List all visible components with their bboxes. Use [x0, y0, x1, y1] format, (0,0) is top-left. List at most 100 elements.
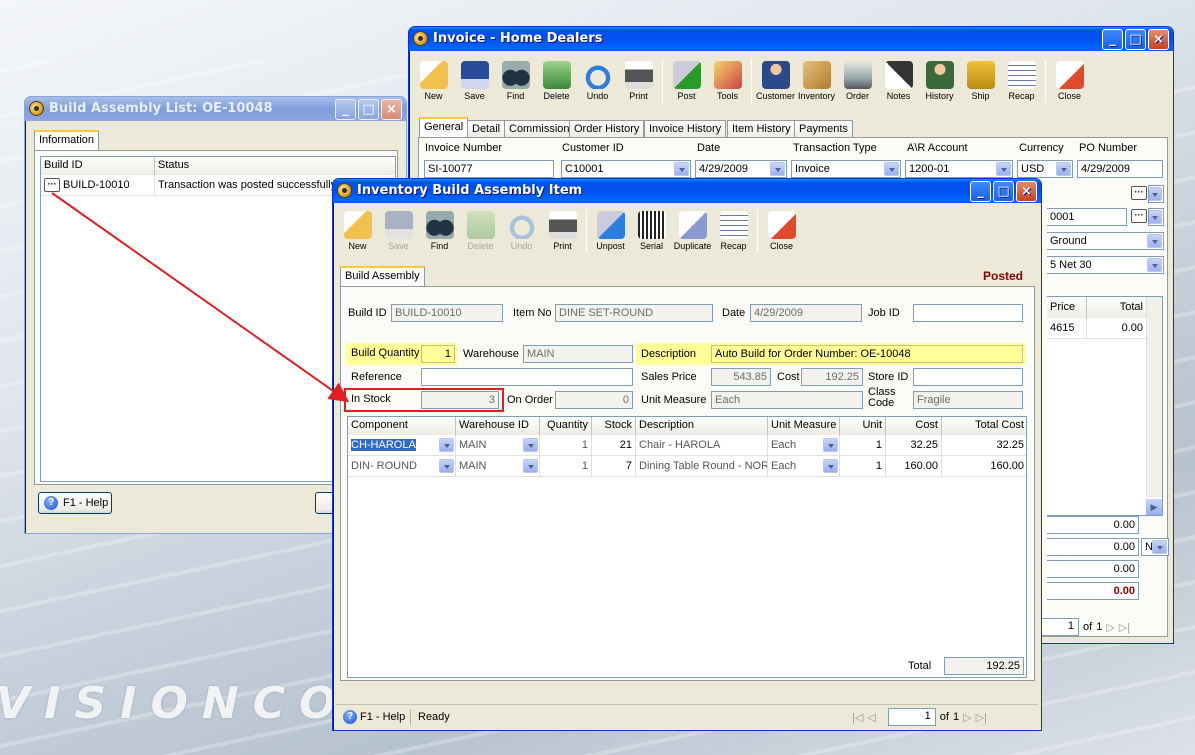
close-tool-button[interactable]: Close	[1049, 57, 1090, 103]
first-page-icon[interactable]: |◁	[852, 711, 863, 724]
warehouse-cell[interactable]: MAIN	[456, 435, 540, 456]
duplicate-tool-button[interactable]: Duplicate	[672, 207, 713, 253]
maximize-button[interactable]: □	[358, 99, 379, 120]
quantity-cell[interactable]: 1	[540, 435, 592, 456]
partial-field-1[interactable]: 0001	[1047, 208, 1127, 226]
customer-tool-button[interactable]: Customer	[755, 57, 796, 103]
po-number-field[interactable]: 4/29/2009	[1077, 160, 1163, 178]
close-tool-button[interactable]: Close	[761, 207, 802, 253]
total-cost-cell[interactable]: 160.00	[942, 456, 1026, 477]
description-column-header[interactable]: Description	[636, 417, 768, 435]
chevron-down-icon[interactable]	[884, 162, 899, 176]
unit-measure-cell[interactable]: Each	[768, 456, 840, 477]
build-titlebar[interactable]: Inventory Build Assembly Item _ □ ×	[333, 179, 1041, 203]
notes-tool-button[interactable]: Notes	[878, 57, 919, 103]
close-button[interactable]: ×	[1016, 181, 1037, 202]
chevron-down-icon[interactable]	[523, 459, 538, 473]
tab-information[interactable]: Information	[34, 130, 100, 150]
quantity-cell[interactable]: 1	[540, 456, 592, 477]
chevron-down-icon[interactable]	[674, 162, 689, 176]
chevron-down-icon[interactable]	[439, 438, 454, 452]
unit-measure-cell[interactable]: Each	[768, 435, 840, 456]
component-column-header[interactable]: Component	[348, 417, 456, 435]
ellipsis-button-2[interactable]: ···	[1131, 209, 1147, 223]
invoice-titlebar[interactable]: Invoice - Home Dealers _ □ ×	[409, 27, 1173, 51]
tab-invoice-history[interactable]: Invoice History	[644, 120, 727, 138]
currency-field[interactable]: USD	[1017, 160, 1073, 178]
table-row[interactable]: 4615 0.00	[1047, 318, 1162, 339]
new-tool-button[interactable]: New	[337, 207, 378, 253]
build-quantity-field[interactable]: 1	[421, 345, 455, 363]
transaction-type-field[interactable]: Invoice	[791, 160, 901, 178]
chevron-down-icon[interactable]	[823, 438, 838, 452]
date-field[interactable]: 4/29/2009	[695, 160, 787, 178]
stock-cell[interactable]: 7	[592, 456, 636, 477]
history-tool-button[interactable]: History	[919, 57, 960, 103]
maximize-button[interactable]: □	[1125, 29, 1146, 50]
job-id-field[interactable]	[913, 304, 1023, 322]
chevron-down-icon[interactable]	[823, 459, 838, 473]
chevron-down-icon[interactable]	[770, 162, 785, 176]
partial-field-3[interactable]: 5 Net 30	[1047, 256, 1164, 274]
warehouse-id-column-header[interactable]: Warehouse ID	[456, 417, 540, 435]
cost-cell[interactable]: 160.00	[886, 456, 942, 477]
cost-column-header[interactable]: Cost	[886, 417, 942, 435]
partial-field-2[interactable]: Ground	[1047, 232, 1164, 250]
recap-tool-button[interactable]: Recap	[713, 207, 754, 253]
undo-tool-button[interactable]: Undo	[577, 57, 618, 103]
status-column-header[interactable]: Status	[155, 157, 395, 175]
maximize-button[interactable]: □	[993, 181, 1014, 202]
last-page-icon[interactable]: ▷|	[1119, 621, 1130, 634]
help-link[interactable]: ? F1 - Help	[342, 706, 405, 728]
unpost-tool-button[interactable]: Unpost	[590, 207, 631, 253]
delete-tool-button[interactable]: Delete	[536, 57, 577, 103]
chevron-down-icon[interactable]	[1147, 234, 1162, 248]
total-cost-column-header[interactable]: Total Cost	[942, 417, 1026, 435]
price-column-header[interactable]: Price	[1047, 297, 1087, 318]
customer-id-field[interactable]: C10001	[561, 160, 691, 178]
help-button[interactable]: ? F1 - Help	[38, 492, 112, 514]
unit-measure-column-header[interactable]: Unit Measure	[768, 417, 840, 435]
vertical-scrollbar[interactable]	[1146, 297, 1162, 497]
chevron-down-icon[interactable]	[996, 162, 1011, 176]
cost-cell[interactable]: 32.25	[886, 435, 942, 456]
description-cell[interactable]: Chair - HAROLA	[636, 435, 768, 456]
tab-general[interactable]: General	[419, 117, 469, 137]
serial-tool-button[interactable]: Serial	[631, 207, 672, 253]
unit-column-header[interactable]: Unit	[840, 417, 886, 435]
tab-commission[interactable]: Commission	[504, 120, 575, 138]
print-tool-button[interactable]: Print	[542, 207, 583, 253]
ar-account-field[interactable]: 1200-01	[905, 160, 1013, 178]
description-field[interactable]: Auto Build for Order Number: OE-10048	[711, 345, 1023, 363]
stock-cell[interactable]: 21	[592, 435, 636, 456]
total-column-header[interactable]: Total	[1087, 297, 1147, 318]
chevron-down-icon[interactable]	[523, 438, 538, 452]
list-titlebar[interactable]: Build Assembly List: OE-10048 _ □ ×	[25, 97, 406, 121]
table-row[interactable]: DIN- ROUND MAIN 1 7 Dining Table Round - NOR…	[348, 456, 1026, 477]
chevron-down-icon[interactable]	[1147, 258, 1162, 272]
ellipsis-button[interactable]: ···	[1131, 186, 1147, 200]
post-tool-button[interactable]: Post	[666, 57, 707, 103]
tab-payments[interactable]: Payments	[794, 120, 853, 138]
prev-page-icon[interactable]: ◁	[867, 711, 875, 724]
component-cell[interactable]: CH-HAROLA	[348, 435, 456, 456]
ellipsis-button[interactable]: ···	[44, 178, 60, 192]
next-page-icon[interactable]: ▷	[1106, 621, 1114, 634]
chevron-down-icon[interactable]	[1056, 162, 1071, 176]
ship-tool-button[interactable]: Ship	[960, 57, 1001, 103]
store-id-field[interactable]	[913, 368, 1023, 386]
build-id-column-header[interactable]: Build ID	[41, 157, 155, 175]
stock-column-header[interactable]: Stock	[592, 417, 636, 435]
find-tool-button[interactable]: Find	[495, 57, 536, 103]
chevron-down-icon[interactable]	[1152, 540, 1167, 554]
order-tool-button[interactable]: Order	[837, 57, 878, 103]
minimize-button[interactable]: _	[1102, 29, 1123, 50]
tab-detail[interactable]: Detail	[467, 120, 506, 138]
description-cell[interactable]: Dining Table Round - NORI	[636, 456, 768, 477]
total-cost-cell[interactable]: 32.25	[942, 435, 1026, 456]
unit-cell[interactable]: 1	[840, 435, 886, 456]
right-dropdown-1[interactable]	[1148, 185, 1164, 203]
minimize-button[interactable]: _	[970, 181, 991, 202]
page-number-input[interactable]: 1	[887, 708, 936, 726]
minimize-button[interactable]: _	[335, 99, 356, 120]
